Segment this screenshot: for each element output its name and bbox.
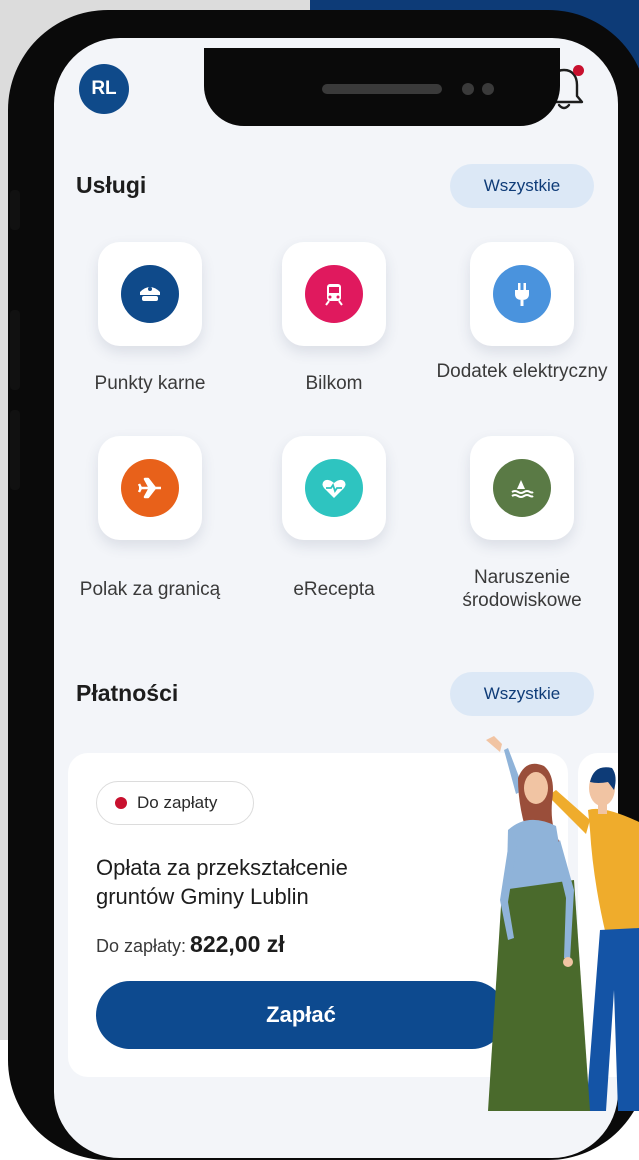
service-label: Dodatek elektryczny: [436, 361, 608, 382]
avatar[interactable]: RL: [79, 64, 129, 114]
service-tile-erecepta[interactable]: [282, 436, 386, 540]
water-buoy-icon: [493, 459, 551, 517]
pay-button[interactable]: Zapłać: [96, 981, 506, 1049]
amount-value: 822,00 zł: [190, 931, 285, 957]
service-label: Punkty karne: [94, 373, 206, 394]
camera-dot: [482, 83, 494, 95]
service-label: Naruszenie środowiskowe: [462, 567, 582, 611]
service-tile-naruszenie-srodowiskowe[interactable]: [470, 436, 574, 540]
payment-amount: Do zapłaty: 822,00 zł: [96, 931, 285, 958]
payments-all-button[interactable]: Wszystkie: [450, 672, 594, 716]
police-cap-icon: [121, 265, 179, 323]
service-tile-bilkom[interactable]: [282, 242, 386, 346]
payment-title: Opłata za przekształcenie gruntów Gminy …: [96, 855, 348, 909]
phone-volume-down: [10, 410, 20, 490]
heart-pulse-icon: [305, 459, 363, 517]
service-label: Polak za granicą: [79, 579, 221, 600]
airplane-icon: [121, 459, 179, 517]
people-illustration: [486, 736, 639, 1111]
speaker: [322, 84, 442, 94]
status-badge: Do zapłaty: [96, 781, 254, 825]
payments-title: Płatności: [76, 680, 179, 706]
status-text: Do zapłaty: [137, 793, 218, 812]
service-tile-polak-za-granica[interactable]: [98, 436, 202, 540]
service-tile-punkty-karne[interactable]: [98, 242, 202, 346]
amount-label: Do zapłaty:: [96, 936, 187, 956]
status-dot: [115, 797, 127, 809]
train-icon: [305, 265, 363, 323]
services-all-button[interactable]: Wszystkie: [450, 164, 594, 208]
phone-side-button: [10, 190, 20, 230]
service-label: eRecepta: [293, 579, 375, 600]
services-title: Usługi: [76, 172, 147, 198]
plug-icon: [493, 265, 551, 323]
phone-notch: [204, 48, 560, 126]
service-label: Bilkom: [305, 373, 363, 394]
camera-dot: [462, 83, 474, 95]
phone-volume-up: [10, 310, 20, 390]
service-tile-dodatek-elektryczny[interactable]: [470, 242, 574, 346]
notification-dot: [573, 65, 584, 76]
